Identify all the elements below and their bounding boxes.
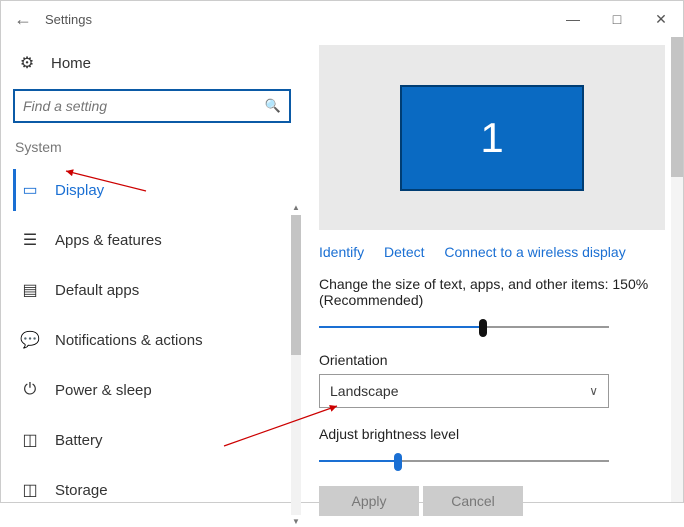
sidebar-item-label: Apps & features <box>55 232 162 249</box>
wireless-display-link[interactable]: Connect to a wireless display <box>444 244 625 260</box>
sidebar-item-label: Display <box>55 182 104 199</box>
window-title: Settings <box>45 12 92 27</box>
identify-link[interactable]: Identify <box>319 244 364 260</box>
sidebar-scrollbar[interactable]: ▲ ▼ <box>291 215 301 515</box>
list-icon: ☰ <box>19 230 41 250</box>
scale-slider[interactable] <box>319 316 609 338</box>
home-row[interactable]: ⚙ Home <box>17 53 293 73</box>
monitor-icon: ▭ <box>19 180 41 200</box>
close-icon[interactable]: ✕ <box>639 11 683 28</box>
search-input[interactable] <box>23 98 265 114</box>
sidebar: ⚙ Home 🔍 System ▭ Display ☰ Apps & featu… <box>1 37 301 502</box>
search-box[interactable]: 🔍 <box>13 89 291 123</box>
orientation-dropdown[interactable]: Landscape ∨ <box>319 374 609 408</box>
chevron-up-icon[interactable]: ▲ <box>291 203 301 213</box>
window-controls: — □ ✕ <box>551 11 683 28</box>
search-icon: 🔍 <box>265 98 281 114</box>
sidebar-item-apps[interactable]: ☰ Apps & features <box>13 219 293 261</box>
sidebar-item-label: Storage <box>55 482 108 499</box>
chevron-down-icon: ∨ <box>589 384 598 398</box>
apply-button[interactable]: Apply <box>319 486 419 516</box>
sidebar-item-label: Battery <box>55 432 103 449</box>
scale-label: Change the size of text, apps, and other… <box>319 276 665 308</box>
back-icon[interactable]: ← <box>7 9 39 30</box>
sidebar-item-notifications[interactable]: 💬 Notifications & actions <box>13 319 293 361</box>
sidebar-item-label: Notifications & actions <box>55 332 203 349</box>
detect-link[interactable]: Detect <box>384 244 424 260</box>
slider-thumb[interactable] <box>479 319 487 337</box>
maximize-icon[interactable]: □ <box>595 11 639 28</box>
titlebar: ← Settings — □ ✕ <box>1 1 683 37</box>
scrollbar-thumb[interactable] <box>671 37 683 177</box>
default-apps-icon: ▤ <box>19 280 41 300</box>
scrollbar-thumb[interactable] <box>291 215 301 355</box>
battery-icon: ◫ <box>19 430 41 450</box>
home-label: Home <box>51 55 91 72</box>
monitor-number: 1 <box>480 114 503 162</box>
gear-icon: ⚙ <box>17 53 37 73</box>
notifications-icon: 💬 <box>19 330 41 350</box>
section-label: System <box>15 139 293 155</box>
sidebar-item-label: Power & sleep <box>55 382 152 399</box>
sidebar-item-power[interactable]: ⏻ Power & sleep <box>13 369 293 411</box>
minimize-icon[interactable]: — <box>551 11 595 28</box>
slider-fill <box>319 326 479 328</box>
sidebar-item-storage[interactable]: ◫ Storage <box>13 469 293 511</box>
display-preview: 1 <box>319 45 665 230</box>
sidebar-item-display[interactable]: ▭ Display <box>13 169 293 211</box>
button-row: Apply Cancel <box>319 486 665 516</box>
sidebar-item-default-apps[interactable]: ▤ Default apps <box>13 269 293 311</box>
sidebar-item-label: Default apps <box>55 282 139 299</box>
main-panel: 1 Identify Detect Connect to a wireless … <box>301 37 683 502</box>
power-icon: ⏻ <box>19 381 41 399</box>
cancel-button[interactable]: Cancel <box>423 486 523 516</box>
window-scrollbar[interactable] <box>671 37 683 502</box>
monitor-tile[interactable]: 1 <box>400 85 584 191</box>
slider-thumb[interactable] <box>394 453 402 471</box>
brightness-label: Adjust brightness level <box>319 426 665 442</box>
display-links: Identify Detect Connect to a wireless di… <box>319 244 665 260</box>
sidebar-item-battery[interactable]: ◫ Battery <box>13 419 293 461</box>
chevron-down-icon[interactable]: ▼ <box>291 517 301 527</box>
slider-fill <box>319 460 394 462</box>
orientation-label: Orientation <box>319 352 665 368</box>
dropdown-value: Landscape <box>330 383 399 399</box>
brightness-slider[interactable] <box>319 450 609 472</box>
storage-icon: ◫ <box>19 480 41 500</box>
